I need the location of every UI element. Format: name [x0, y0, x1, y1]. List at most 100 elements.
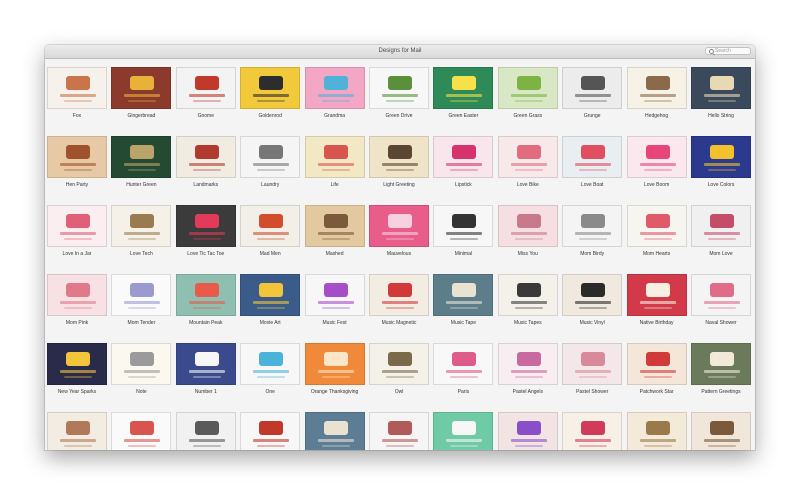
thumbnail-graphic	[388, 214, 412, 228]
design-thumbnail[interactable]	[304, 274, 365, 316]
design-thumbnail[interactable]	[304, 343, 365, 385]
design-thumbnail[interactable]	[175, 136, 236, 178]
design-thumbnail[interactable]	[497, 136, 558, 178]
thumbnail-graphic	[516, 145, 541, 159]
design-thumbnail[interactable]	[175, 412, 236, 450]
design-thumbnail[interactable]	[111, 274, 172, 316]
design-thumbnail[interactable]	[369, 67, 429, 109]
design-thumbnail[interactable]	[433, 67, 494, 109]
thumbnail-text-line	[510, 370, 547, 373]
design-thumbnail[interactable]	[47, 67, 107, 109]
design-thumbnail[interactable]	[175, 205, 236, 247]
design-thumbnail[interactable]	[111, 67, 172, 109]
design-thumbnail[interactable]	[240, 205, 301, 247]
thumbnail-graphic	[581, 352, 606, 366]
design-thumbnail[interactable]	[562, 343, 623, 385]
design-thumbnail[interactable]	[691, 136, 751, 178]
design-thumbnail[interactable]	[369, 136, 429, 178]
thumbnail-text-line	[386, 307, 414, 309]
design-thumbnail[interactable]	[304, 412, 365, 450]
design-thumbnail[interactable]	[240, 136, 301, 178]
thumbnail-text-line	[382, 232, 418, 235]
thumbnail-text-line	[446, 301, 483, 304]
design-thumbnail[interactable]	[175, 274, 236, 316]
thumbnail-text-line	[708, 100, 736, 102]
thumbnail-graphic	[581, 145, 606, 159]
design-thumbnail[interactable]	[111, 205, 172, 247]
thumbnail-text-line	[514, 169, 543, 171]
design-thumbnail[interactable]	[240, 412, 301, 450]
thumbnail-text-line	[386, 238, 414, 240]
design-thumbnail[interactable]	[691, 412, 751, 450]
design-thumbnail[interactable]	[111, 412, 172, 450]
design-thumbnail[interactable]	[626, 136, 687, 178]
thumbnail-graphic	[130, 76, 155, 90]
design-thumbnail[interactable]	[433, 412, 494, 450]
design-thumbnail[interactable]	[304, 205, 365, 247]
thumbnail-text-line	[579, 100, 608, 102]
search-field[interactable]: Search	[705, 47, 751, 55]
thumbnail-text-line	[188, 439, 225, 442]
design-thumbnail[interactable]	[626, 205, 687, 247]
thumbnail-text-line	[639, 94, 676, 97]
design-thumbnail[interactable]	[175, 67, 236, 109]
design-thumbnail[interactable]	[240, 274, 301, 316]
title-bar[interactable]: Designs for Mail Search	[45, 45, 755, 59]
thumbnail-text-line	[579, 445, 608, 447]
thumbnail-graphic	[452, 145, 477, 159]
design-thumbnail[interactable]	[562, 274, 623, 316]
design-thumbnail[interactable]	[47, 412, 107, 450]
thumbnail-text-line	[253, 232, 290, 235]
design-thumbnail[interactable]	[175, 343, 236, 385]
design-thumbnail[interactable]	[691, 67, 751, 109]
design-thumbnail[interactable]	[497, 412, 558, 450]
search-input[interactable]: Search	[715, 48, 731, 55]
design-thumbnail[interactable]	[369, 274, 429, 316]
design-thumbnail[interactable]	[562, 136, 623, 178]
design-thumbnail[interactable]	[47, 136, 107, 178]
design-thumbnail[interactable]	[626, 412, 687, 450]
design-thumbnail[interactable]	[497, 205, 558, 247]
thumbnail-text-line	[321, 169, 350, 171]
thumbnail-text-line	[643, 100, 672, 102]
design-thumbnail[interactable]	[497, 67, 558, 109]
design-thumbnail[interactable]	[369, 412, 429, 450]
design-thumbnail[interactable]	[304, 136, 365, 178]
thumbnail-text-line	[128, 307, 157, 309]
design-thumbnail[interactable]	[433, 343, 494, 385]
design-thumbnail[interactable]	[691, 274, 751, 316]
thumbnail-graphic	[645, 283, 670, 297]
thumbnail-graphic	[259, 352, 284, 366]
thumbnail-text-line	[124, 163, 161, 166]
thumbnail-graphic	[130, 214, 155, 228]
design-thumbnail[interactable]	[304, 67, 365, 109]
design-thumbnail[interactable]	[691, 205, 751, 247]
design-thumbnail[interactable]	[433, 136, 494, 178]
design-thumbnail[interactable]	[626, 343, 687, 385]
design-thumbnail[interactable]	[497, 274, 558, 316]
design-thumbnail[interactable]	[626, 67, 687, 109]
thumbnail-text-line	[708, 238, 736, 240]
design-thumbnail[interactable]	[433, 205, 494, 247]
design-thumbnail[interactable]	[433, 274, 494, 316]
design-thumbnail[interactable]	[47, 274, 107, 316]
design-thumbnail[interactable]	[47, 205, 107, 247]
design-thumbnail[interactable]	[626, 274, 687, 316]
design-thumbnail[interactable]	[369, 343, 429, 385]
thumbnail-text-line	[317, 163, 354, 166]
thumbnail-graphic	[710, 421, 734, 435]
design-thumbnail[interactable]	[369, 205, 429, 247]
design-thumbnail[interactable]	[240, 343, 301, 385]
thumbnail-text-line	[257, 376, 286, 378]
thumbnail-text-line	[188, 370, 225, 373]
design-thumbnail[interactable]	[497, 343, 558, 385]
design-thumbnail[interactable]	[111, 136, 172, 178]
thumbnail-text-line	[64, 307, 92, 309]
design-thumbnail[interactable]	[562, 67, 623, 109]
design-thumbnail[interactable]	[562, 412, 623, 450]
design-thumbnail[interactable]	[47, 343, 107, 385]
design-thumbnail[interactable]	[111, 343, 172, 385]
design-thumbnail[interactable]	[691, 343, 751, 385]
design-thumbnail[interactable]	[240, 67, 301, 109]
design-thumbnail[interactable]	[562, 205, 623, 247]
